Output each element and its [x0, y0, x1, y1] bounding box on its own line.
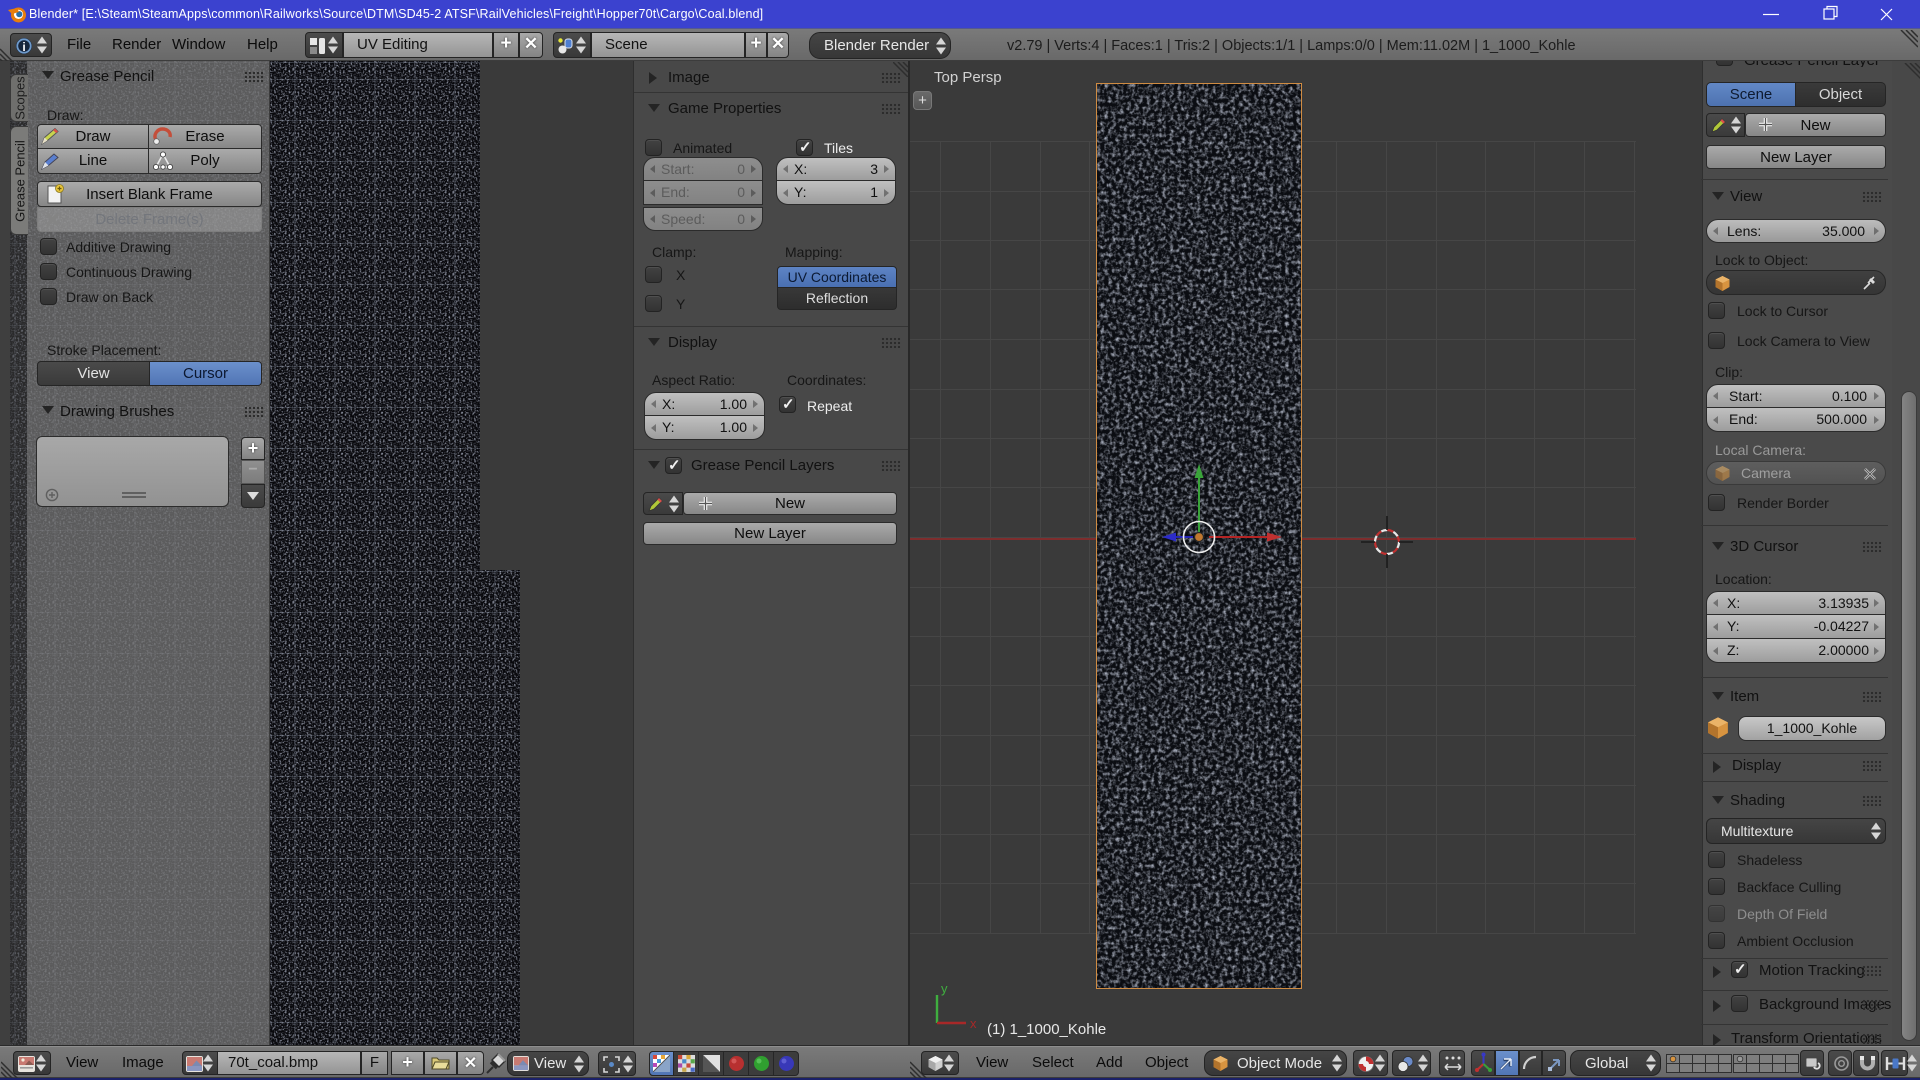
svg-text:x: x: [970, 1016, 977, 1031]
svg-text:i: i: [22, 40, 25, 54]
svg-text:y: y: [941, 981, 948, 996]
